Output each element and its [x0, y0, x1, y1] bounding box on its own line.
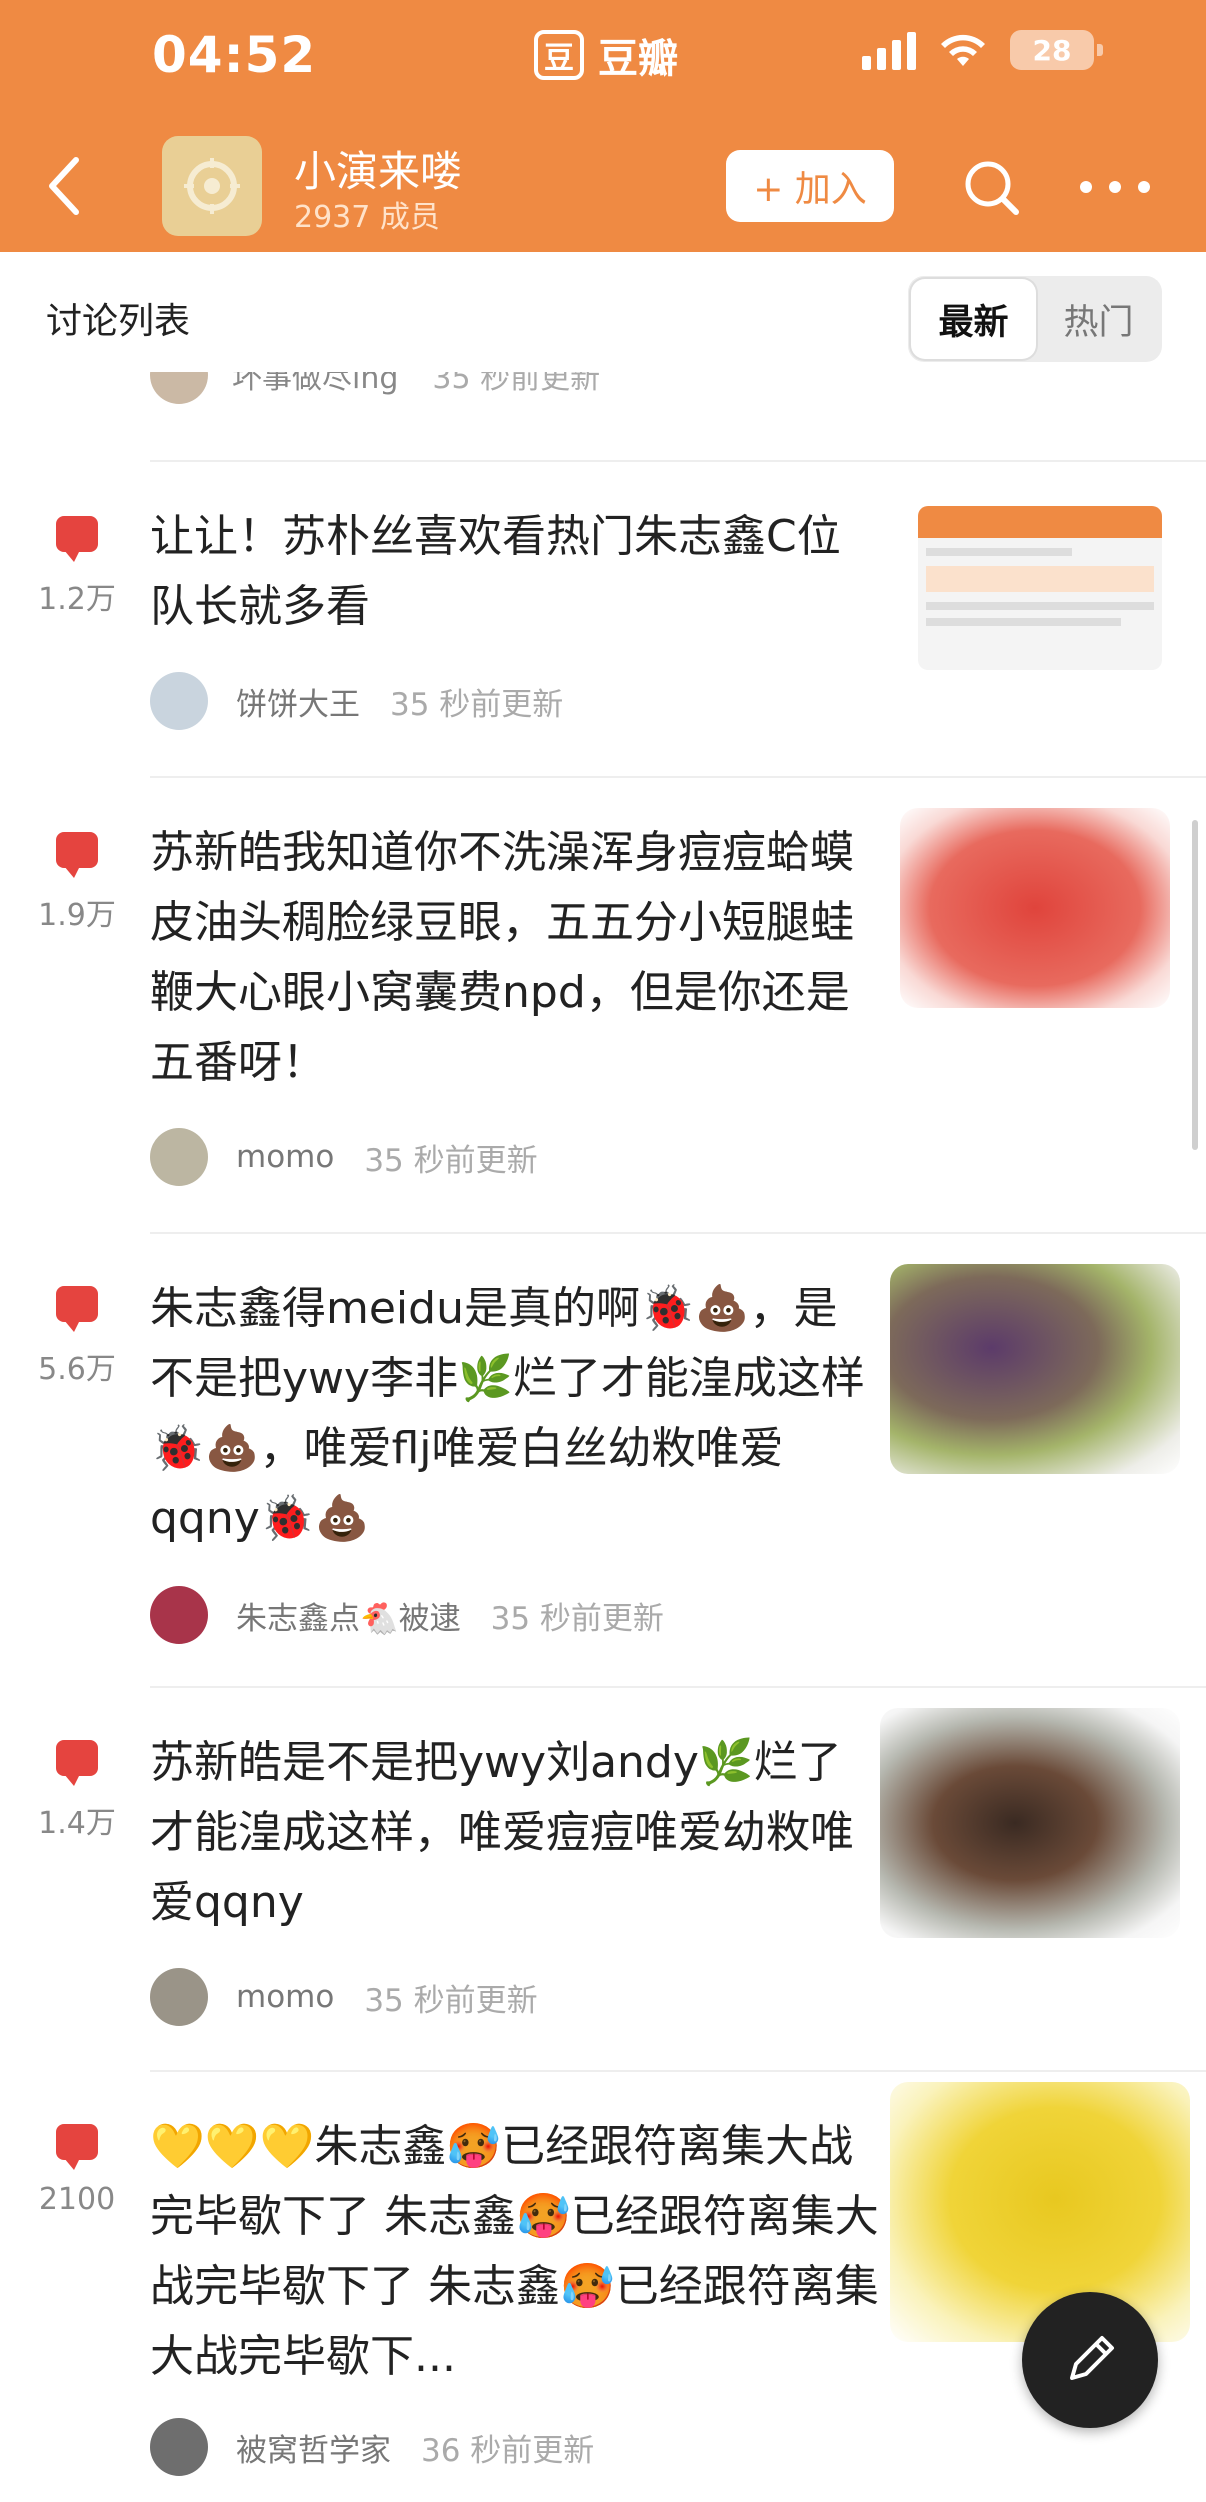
post-meta: momo 35 秒前更新: [150, 1128, 538, 1186]
wifi-icon: [941, 34, 985, 66]
post-meta: 朱志鑫点🐔被逮 35 秒前更新: [150, 1586, 664, 1644]
group-avatar[interactable]: [162, 136, 262, 236]
vote-count: 1.2万: [38, 582, 116, 617]
comment-bubble-icon: [56, 2124, 98, 2170]
avatar: [150, 1128, 208, 1186]
post-item[interactable]: 1.9万 苏新皓我知道你不洗澡浑身痘痘蛤蟆皮油头稠脸绿豆眼，五五分小短腿蛙鞭大心…: [0, 778, 1206, 1232]
app-brand: 豆 豆瓣: [534, 26, 678, 84]
update-time: 35 秒前更新: [364, 1982, 538, 2019]
post-thumbnail[interactable]: [880, 1708, 1180, 1938]
vote-block: 1.4万: [32, 1740, 122, 1842]
discussion-list-header: 讨论列表 最新 热门: [0, 252, 1206, 372]
author-name: 被窝哲学家: [236, 2432, 391, 2469]
vote-block: 1.2万: [32, 516, 122, 618]
cellular-signal-icon: [862, 30, 916, 70]
pencil-icon: [1070, 2336, 1114, 2380]
search-icon[interactable]: [960, 152, 1022, 222]
post-title: 苏新皓是不是把ywy刘andy🌿烂了才能湟成这样，唯爱痘痘唯爱幼敉唯爱qqny: [150, 1737, 854, 1928]
sort-toggle: 最新 热门: [908, 276, 1162, 362]
douban-logo-icon: 豆: [534, 30, 584, 80]
group-logo-icon: [184, 158, 240, 214]
comment-bubble-icon: [56, 1286, 98, 1332]
post-thumbnail[interactable]: [900, 808, 1170, 1008]
update-time: 35 秒前更新: [364, 1142, 538, 1179]
update-time: 36 秒前更新: [421, 2432, 595, 2469]
list-title: 讨论列表: [46, 301, 191, 342]
post-item[interactable]: 1.2万 让让！苏朴丝喜欢看热门朱志鑫C位队长就多看 饼饼大王 35 秒前更新: [0, 462, 1206, 776]
comment-bubble-icon: [56, 1740, 98, 1786]
back-button[interactable]: [36, 146, 96, 226]
group-name: 小演来喽: [294, 147, 463, 196]
vote-count: 2100: [38, 2182, 116, 2217]
avatar: [150, 1968, 208, 2026]
status-time: 04:52: [152, 26, 317, 84]
top-bar: 04:52 豆 豆瓣 28 小演来喽 2937 成员 + 加入: [0, 0, 1206, 252]
author-name: momo: [236, 1139, 335, 1175]
member-count: 2937 成员: [294, 200, 440, 235]
post-meta: 饼饼大王 35 秒前更新: [150, 672, 563, 730]
update-time: 35 秒前更新: [432, 372, 601, 396]
update-time: 35 秒前更新: [490, 1600, 664, 1637]
post-meta: momo 35 秒前更新: [150, 1968, 538, 2026]
vote-count: 1.4万: [38, 1806, 116, 1841]
comment-bubble-icon: [56, 516, 98, 562]
author-name: 坏事做尽ing: [232, 372, 399, 396]
author-name: 饼饼大王: [236, 686, 360, 723]
avatar: [150, 372, 208, 404]
join-group-button[interactable]: + 加入: [726, 150, 894, 222]
post-title: 💛💛💛朱志鑫🥵已经跟符离集大战完毕歇下了 朱志鑫🥵已经跟符离集大战完毕歇下了 朱…: [150, 2121, 879, 2382]
post-thumbnail[interactable]: [918, 506, 1162, 670]
post-thumbnail[interactable]: [890, 1264, 1180, 1474]
post-meta: 被窝哲学家 36 秒前更新: [150, 2418, 594, 2476]
app-name: 豆瓣: [598, 36, 678, 82]
vote-block: 1.9万: [32, 832, 122, 934]
post-title: 让让！苏朴丝喜欢看热门朱志鑫C位队长就多看: [150, 511, 841, 632]
scrollbar[interactable]: [1192, 820, 1198, 1150]
vote-block: 5.6万: [32, 1286, 122, 1388]
vote-block: 2100: [32, 2124, 122, 2217]
author-name: momo: [236, 1979, 335, 2015]
sort-hot-tab[interactable]: 热门: [1036, 279, 1161, 359]
avatar: [150, 672, 208, 730]
post-thumbnail[interactable]: [890, 2082, 1190, 2342]
comment-bubble-icon: [56, 832, 98, 878]
post-item[interactable]: 2100 💛💛💛朱志鑫🥵已经跟符离集大战完毕歇下了 朱志鑫🥵已经跟符离集大战完毕…: [0, 2072, 1206, 2502]
status-icons: 28: [862, 30, 1103, 70]
vote-count: 5.6万: [38, 1352, 116, 1387]
avatar: [150, 1586, 208, 1644]
update-time: 35 秒前更新: [390, 686, 564, 723]
battery-icon: 28: [1010, 30, 1103, 70]
post-title: 苏新皓我知道你不洗澡浑身痘痘蛤蟆皮油头稠脸绿豆眼，五五分小短腿蛙鞭大心眼小窝囊费…: [150, 827, 854, 1088]
compose-button[interactable]: [1022, 2292, 1158, 2428]
post-item[interactable]: 1.4万 苏新皓是不是把ywy刘andy🌿烂了才能湟成这样，唯爱痘痘唯爱幼敉唯爱…: [0, 1688, 1206, 2070]
post-item[interactable]: 5.6万 朱志鑫得meidu是真的啊🐞💩，是不是把ywy李非🌿烂了才能湟成这样🐞…: [0, 1234, 1206, 1686]
more-options-icon[interactable]: [1080, 162, 1150, 212]
author-name: 朱志鑫点🐔被逮: [236, 1600, 461, 1637]
post-title: 朱志鑫得meidu是真的啊🐞💩，是不是把ywy李非🌿烂了才能湟成这样🐞💩，唯爱f…: [150, 1283, 865, 1544]
clipped-list-item[interactable]: 坏事做尽ing 35 秒前更新: [0, 372, 1206, 462]
sort-latest-tab[interactable]: 最新: [911, 279, 1036, 359]
vote-count: 1.9万: [38, 898, 116, 933]
avatar: [150, 2418, 208, 2476]
